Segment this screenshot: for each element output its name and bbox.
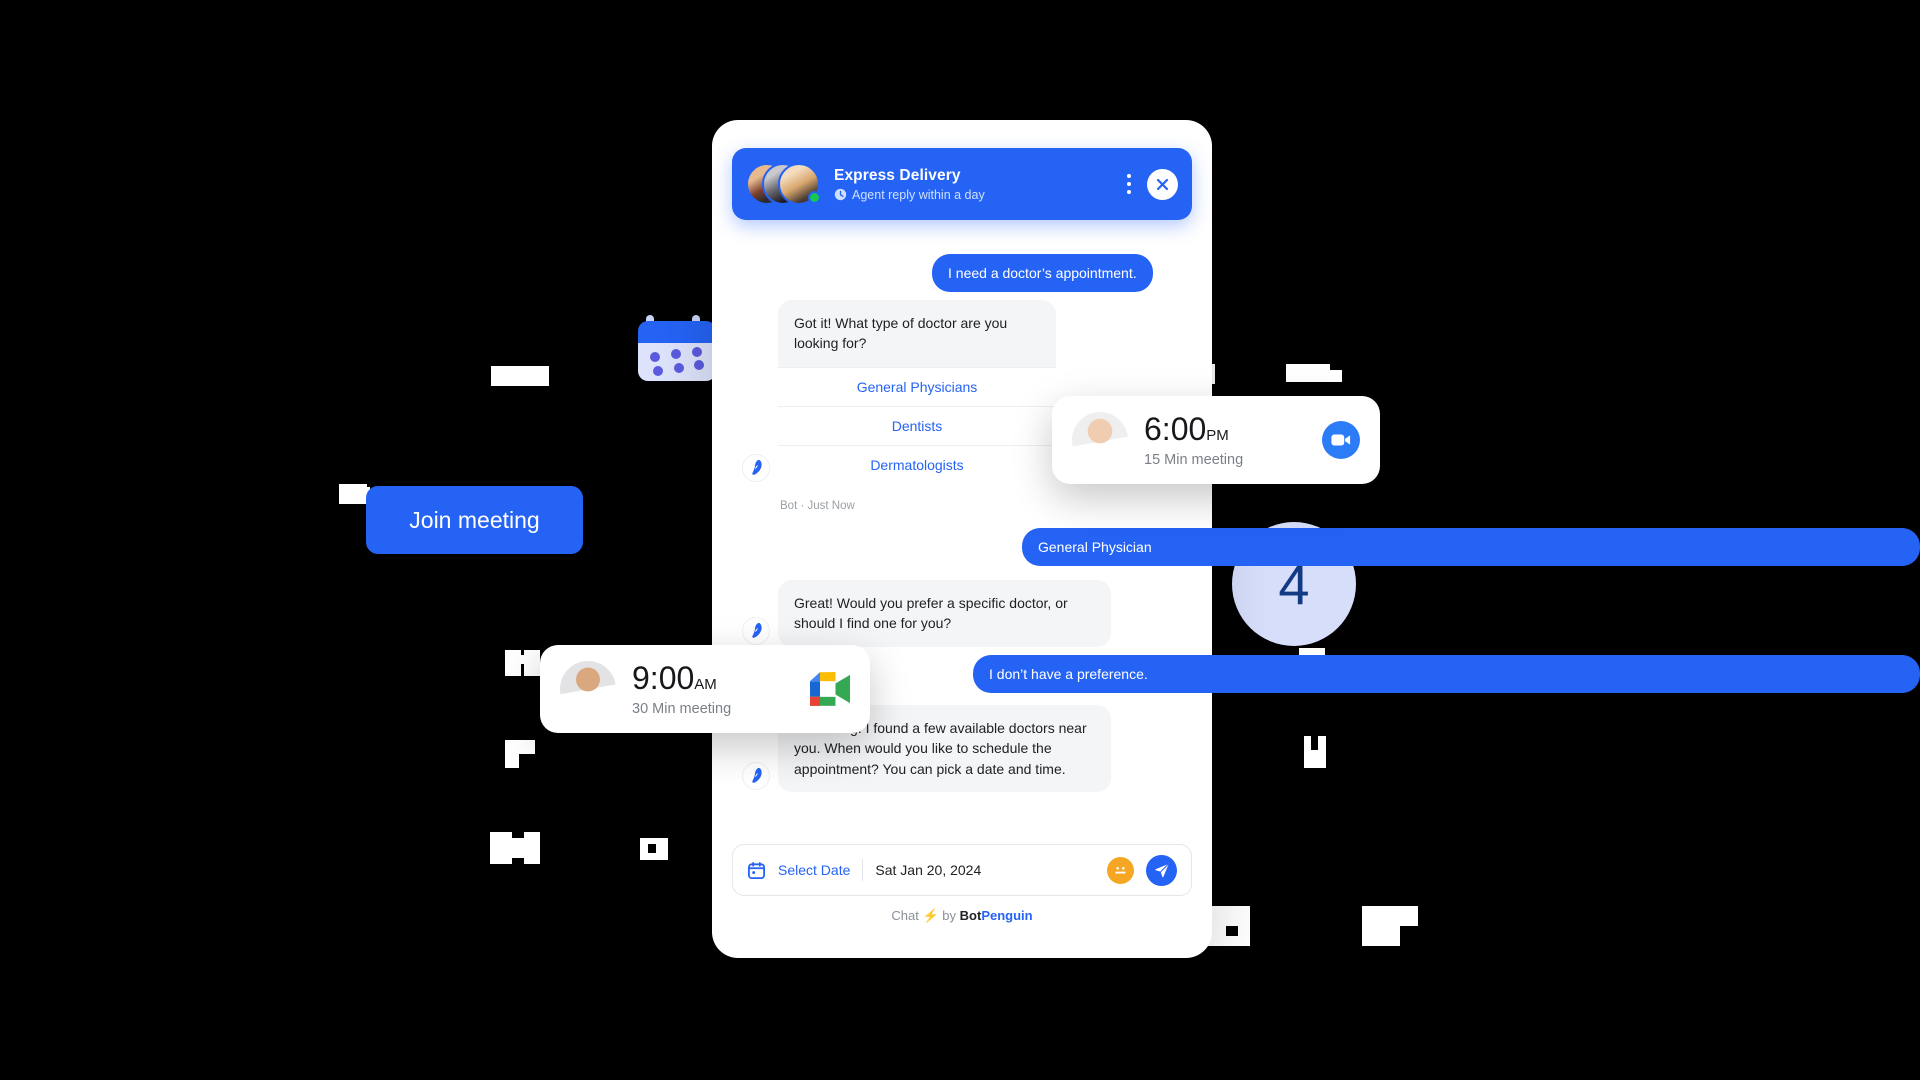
meeting-time: 6:00PM bbox=[1144, 413, 1306, 445]
divider bbox=[862, 859, 864, 881]
meeting-time-value: 6:00 bbox=[1144, 410, 1207, 447]
decor-fragment bbox=[1400, 926, 1420, 946]
video-camera-icon[interactable] bbox=[1322, 421, 1360, 459]
meeting-time-value: 9:00 bbox=[632, 659, 695, 696]
bolt-icon: ⚡ bbox=[922, 908, 939, 923]
chat-subtitle-row: Agent reply within a day bbox=[834, 188, 1117, 202]
close-icon[interactable] bbox=[1147, 168, 1178, 200]
chat-title: Express Delivery bbox=[834, 166, 961, 184]
chat-header-text: Express Delivery Agent reply within a da… bbox=[834, 167, 1117, 202]
decor-fragment bbox=[512, 655, 534, 664]
selected-date-value[interactable]: Sat Jan 20, 2024 bbox=[875, 862, 1095, 878]
decor-fragment bbox=[524, 832, 540, 864]
camera-glyph bbox=[1331, 434, 1351, 446]
message-text: General Physician bbox=[1038, 539, 1152, 555]
botpenguin-logo-icon bbox=[751, 460, 762, 475]
close-glyph bbox=[1156, 178, 1169, 190]
user-message: I don’t have a preference. bbox=[973, 655, 1920, 693]
brand-penguin: Penguin bbox=[981, 908, 1033, 923]
agent-avatar-stack bbox=[746, 163, 821, 205]
meeting-meridiem: AM bbox=[694, 675, 717, 693]
meeting-duration: 15 Min meeting bbox=[1144, 451, 1244, 468]
clock-icon bbox=[834, 188, 847, 201]
bot-message-meta: Bot · Just Now bbox=[780, 500, 855, 512]
user-message: I need a doctor’s appointment. bbox=[932, 254, 1153, 292]
meeting-meridiem: PM bbox=[1206, 426, 1229, 444]
chat-subtitle: Agent reply within a day bbox=[852, 187, 985, 202]
bot-message-row: Got it! What type of doctor are you look… bbox=[742, 300, 1056, 484]
chat-header: Express Delivery Agent reply within a da… bbox=[732, 148, 1192, 220]
online-status-dot bbox=[808, 191, 821, 204]
user-message: General Physician bbox=[1022, 528, 1920, 566]
option-dermatologists[interactable]: Dermatologists bbox=[778, 444, 1056, 484]
bot-message-text: Great! Would you prefer a specific docto… bbox=[778, 580, 1111, 647]
powered-by-credit: Chat ⚡ by BotPenguin bbox=[712, 908, 1212, 924]
calendar-icon[interactable] bbox=[747, 861, 766, 880]
google-meet-icon[interactable] bbox=[810, 672, 850, 706]
bot-avatar bbox=[742, 761, 770, 790]
botpenguin-logo-icon bbox=[751, 768, 762, 784]
decor-fragment bbox=[1311, 736, 1318, 750]
decor-fragment bbox=[491, 366, 549, 386]
meeting-details: 6:00PM 15 Min meeting bbox=[1144, 413, 1306, 468]
decor-fragment bbox=[519, 740, 535, 754]
meeting-card-9am[interactable]: 9:00AM 30 Min meeting bbox=[540, 645, 870, 733]
credit-prefix: Chat bbox=[891, 908, 919, 923]
credit-by: by bbox=[942, 908, 957, 923]
meeting-duration: 30 Min meeting bbox=[632, 700, 732, 717]
option-general-physicians[interactable]: General Physicians bbox=[778, 366, 1056, 406]
bot-avatar bbox=[742, 453, 770, 482]
decor-fragment bbox=[1330, 364, 1342, 370]
chat-input-bar[interactable]: Select Date Sat Jan 20, 2024 bbox=[732, 844, 1192, 896]
message-text: I don’t have a preference. bbox=[989, 666, 1148, 682]
bot-option-card: Got it! What type of doctor are you look… bbox=[778, 300, 1056, 484]
send-glyph bbox=[1154, 863, 1169, 878]
decor-fragment bbox=[505, 740, 519, 768]
smiley-icon[interactable] bbox=[1107, 856, 1134, 884]
decor-fragment bbox=[1226, 926, 1238, 936]
smiley-glyph bbox=[1115, 866, 1126, 874]
meeting-time: 9:00AM bbox=[632, 662, 794, 694]
meeting-details: 9:00AM 30 Min meeting bbox=[632, 662, 794, 717]
brand-bot: Bot bbox=[959, 908, 982, 923]
botpenguin-logo-icon bbox=[751, 623, 762, 638]
decor-fragment bbox=[648, 844, 656, 853]
bot-avatar bbox=[742, 616, 770, 645]
male-doctor-avatar bbox=[560, 661, 616, 717]
join-meeting-label: Join meeting bbox=[409, 506, 540, 533]
kebab-menu-icon[interactable] bbox=[1117, 168, 1141, 200]
page-root: Join meeting 4 Express Delivery Agent re… bbox=[0, 0, 1920, 1080]
join-meeting-button[interactable]: Join meeting bbox=[366, 486, 583, 554]
send-icon[interactable] bbox=[1146, 854, 1177, 886]
message-text: I need a doctor’s appointment. bbox=[948, 265, 1137, 281]
female-doctor-avatar bbox=[1072, 412, 1128, 468]
bot-message-row: Great! Would you prefer a specific docto… bbox=[742, 580, 1111, 647]
option-dentists[interactable]: Dentists bbox=[778, 405, 1056, 445]
meeting-card-6pm[interactable]: 6:00PM 15 Min meeting bbox=[1052, 396, 1380, 484]
bot-message-text: Got it! What type of doctor are you look… bbox=[794, 315, 1008, 352]
select-date-button[interactable]: Select Date bbox=[778, 862, 850, 878]
